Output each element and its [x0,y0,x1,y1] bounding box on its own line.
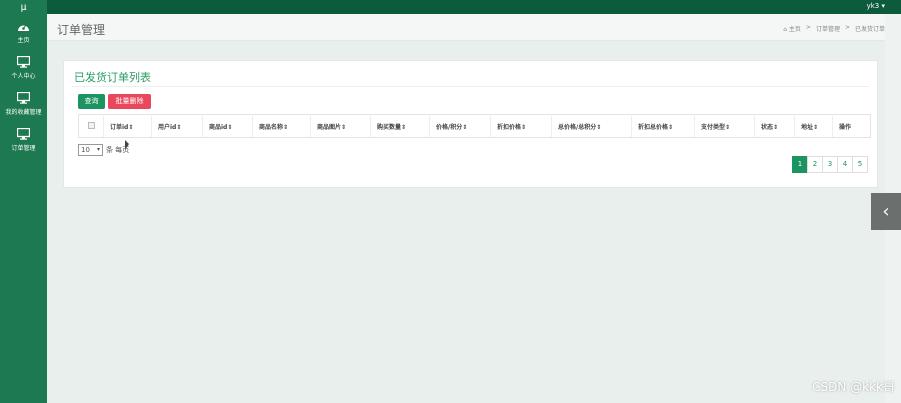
sidebar-item-label: 个人中心 [11,73,36,80]
mouse-cursor-icon [125,140,129,150]
column-header[interactable]: 状态⇕ [754,114,795,138]
column-header[interactable]: 价格/积分⇕ [429,114,491,138]
breadcrumb-separator: > [805,24,811,31]
page-header: 订单管理 ⌂ 主页 > 订单管理 > 已发货订单 [47,14,885,41]
sidebar-item-label: 订单管理 [11,145,36,152]
column-header[interactable]: 总价格/总积分⇕ [551,114,632,138]
column-header[interactable]: 购买数量⇕ [370,114,430,138]
sidebar-item-label: 我的收藏管理 [5,109,42,116]
batch-delete-button[interactable]: 批量删除 [108,94,151,109]
page-button[interactable]: 4 [837,156,853,173]
page-size-select[interactable]: 10 ▾ [78,144,103,156]
search-button[interactable]: 查询 [78,94,105,109]
divider [72,86,869,87]
breadcrumb-home[interactable]: ⌂ 主页 [783,24,801,33]
sidebar-item-orders[interactable]: 订单管理 [0,122,47,158]
watermark: CSDN @kkk哥 [812,380,895,394]
user-menu[interactable]: yk3 ▾ [867,0,885,14]
column-header[interactable]: 订单id⇕ [103,114,152,138]
column-header[interactable]: 商品id⇕ [202,114,253,138]
chevron-down-icon: ▾ [96,146,100,153]
orders-table: 订单id⇕ 用户id⇕ 商品id⇕ 商品名称⇕ 商品图片⇕ 购买数量⇕ 价格/积… [78,114,871,138]
column-header[interactable]: 折扣总价格⇕ [631,114,695,138]
page-button[interactable]: 1 [792,156,808,173]
breadcrumb-orders[interactable]: 订单管理 [816,24,840,33]
column-header: 操作 [832,114,871,138]
orders-card: 已发货订单列表 查询 批量删除 订单id⇕ 用户id⇕ 商品id⇕ 商品名称⇕ … [63,60,878,188]
card-title: 已发货订单列表 [74,71,151,84]
select-all-checkbox[interactable] [78,114,104,138]
table-header-row: 订单id⇕ 用户id⇕ 商品id⇕ 商品名称⇕ 商品图片⇕ 购买数量⇕ 价格/积… [78,114,871,138]
page-button[interactable]: 3 [822,156,838,173]
sidebar-item-profile[interactable]: 个人中心 [0,50,47,86]
sidebar-item-home[interactable]: 主页 [0,14,47,50]
breadcrumb-current: 已发货订单 [854,26,885,33]
column-header[interactable]: 地址⇕ [794,114,833,138]
page-title: 订单管理 [57,23,106,37]
dashboard-icon [17,20,31,32]
sidebar-item-favorites[interactable]: 我的收藏管理 [0,86,47,122]
top-bar: yk3 ▾ [47,0,901,14]
panel-toggle-button[interactable]: ‹ [871,193,901,230]
column-header[interactable]: 折扣价格⇕ [490,114,552,138]
page-button[interactable]: 2 [807,156,823,173]
breadcrumb-separator: > [844,24,850,31]
column-header[interactable]: 用户id⇕ [151,114,203,138]
breadcrumb: ⌂ 主页 > 订单管理 > 已发货订单 [783,24,885,33]
sidebar: μ 主页 个人中心 我的收藏管理 订单管理 [0,0,47,403]
column-header[interactable]: 商品图片⇕ [310,114,371,138]
chevron-left-icon: ‹ [882,201,890,222]
app-logo: μ [20,1,27,13]
pagination: 1 2 3 4 5 [792,156,868,173]
page-size-value: 10 [81,146,90,154]
sidebar-item-label: 主页 [17,37,30,44]
page-size-control: 10 ▾ 条 每页 [78,144,129,156]
column-header[interactable]: 商品名称⇕ [252,114,311,138]
column-header[interactable]: 支付类型⇕ [694,114,755,138]
monitor-icon [17,56,31,68]
monitor-icon [17,92,31,104]
page-button[interactable]: 5 [852,156,868,173]
monitor-icon [17,128,31,140]
